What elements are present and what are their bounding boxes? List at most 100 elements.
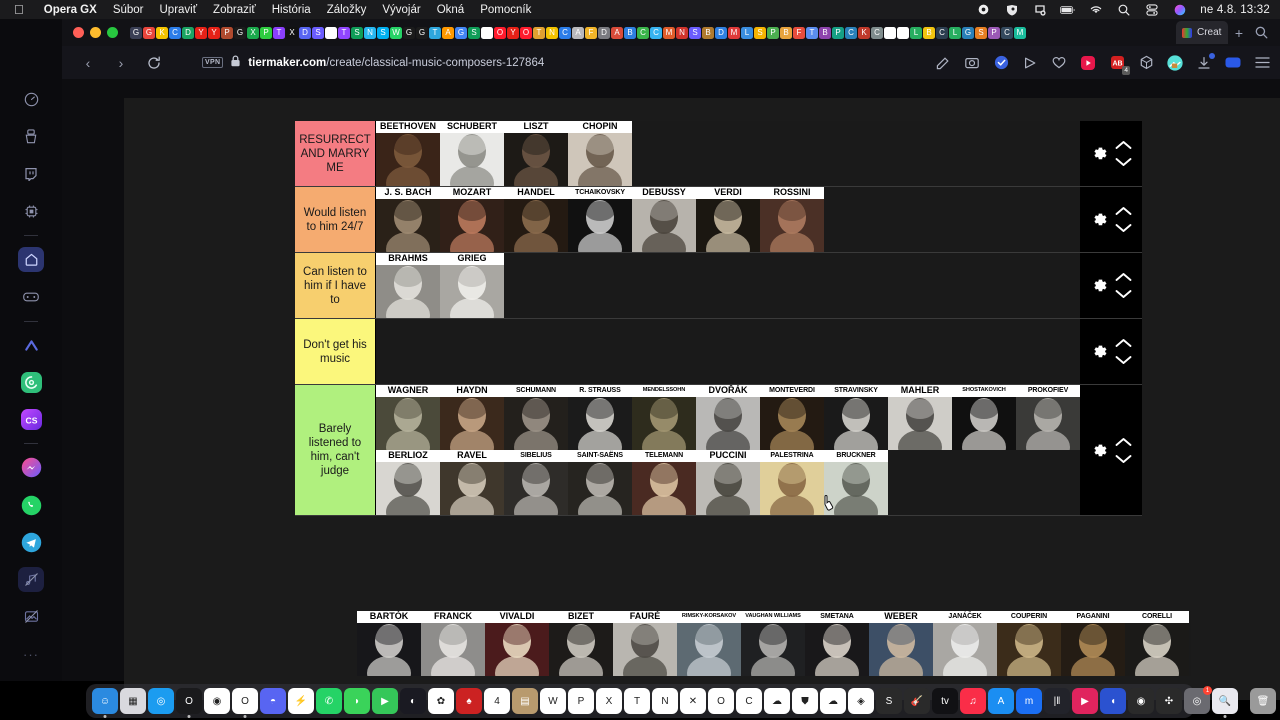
stack-icon[interactable]: S [689,26,701,39]
tier-card[interactable]: SCHUMANN [504,385,568,450]
youtube-red-icon[interactable]: Y [195,26,207,39]
flag-icon[interactable]: F [793,26,805,39]
tier-label[interactable]: RESURRECT AND MARRY ME [295,121,376,186]
sidebar-item-messenger[interactable] [18,455,44,480]
forward-button[interactable]: › [113,55,129,71]
notes-icon[interactable]: N [546,26,558,39]
snapshot-icon[interactable] [964,55,980,71]
star-icon[interactable]: S [754,26,766,39]
easy-setup-icon[interactable] [1254,55,1270,71]
wikipedia2-icon[interactable]: W [481,26,493,39]
teams-icon[interactable]: T [624,688,650,714]
sidebar-item-arc[interactable] [18,333,44,358]
extensions-icon[interactable] [1138,55,1154,71]
tier-drop-zone[interactable]: BEETHOVEN SCHUBERT LISZT CHOPIN [376,121,1080,186]
tier-card[interactable]: LISZT [504,121,568,186]
messenger-icon[interactable]: ⚡ [288,688,314,714]
tier-card[interactable]: GRIEG [440,253,504,318]
maps-icon[interactable]: M [663,26,675,39]
card-icon[interactable]: C [845,26,857,39]
shortcut-disabled-icon[interactable] [1032,3,1047,16]
facetime-icon[interactable]: ▶ [372,688,398,714]
tools-icon[interactable]: T [533,26,545,39]
tab-search-icon[interactable] [1250,22,1272,44]
tier-card[interactable]: MENDELSSOHN [632,385,696,450]
opera-vpn-icon[interactable]: ◈ [848,688,874,714]
url-field[interactable]: VPN tiermaker.com/create/classical-music… [202,55,923,70]
chevron-down-icon[interactable] [1115,454,1132,464]
amazon-icon[interactable]: A [442,26,454,39]
link-icon[interactable]: L [741,26,753,39]
tier-card[interactable]: SHOSTAKOVICH [952,385,1016,450]
keep-icon[interactable]: K [156,26,168,39]
a-icon[interactable]: A [611,26,623,39]
tier-card[interactable]: ROSSINI [760,187,824,252]
tier-drop-zone[interactable]: BRAHMS GRIEG [376,253,1080,318]
player-icon[interactable] [1080,55,1096,71]
wallet-icon[interactable] [1225,55,1241,71]
mic-icon[interactable]: M [1014,26,1026,39]
tier-card[interactable]: CHOPIN [568,121,632,186]
menu-item-historia[interactable]: História [264,4,319,16]
apple-tv-icon[interactable]: tv [932,688,958,714]
tier-card[interactable]: SAINT-SAËNS [568,450,632,515]
twitch-icon[interactable]: T [273,26,285,39]
discord-icon[interactable]: D [299,26,311,39]
icloud-icon[interactable]: ☁ [764,688,790,714]
system-settings-icon[interactable]: ◎ 1 [1184,686,1212,714]
opera-vpn-icon[interactable] [1004,3,1019,16]
menu-item-upravit[interactable]: Upraviť [152,4,206,16]
tier-card[interactable]: BARTÓK [357,611,421,676]
battery-icon[interactable] [1060,3,1075,16]
cam-icon[interactable]: C [1001,26,1013,39]
sidebar-item-image-off[interactable] [18,604,44,629]
tier-card[interactable]: PUCCINI [696,450,760,515]
tier-card[interactable]: SIBELIUS [504,450,568,515]
tier-card[interactable]: FAURÉ [613,611,677,676]
tier-card[interactable]: J. S. BACH [376,187,440,252]
unranked-pool[interactable]: BARTÓK FRANCK VIVALDI BIZET FAURÉ RIMSKY-KORS… [357,611,1191,676]
browser-tab[interactable]: Creat [1176,21,1228,44]
key-icon[interactable]: K [858,26,870,39]
record-icon[interactable] [976,3,991,16]
sublime-icon[interactable]: S [876,688,902,714]
calendar-icon[interactable]: C [169,26,181,39]
sidebar-item-home[interactable] [18,247,44,273]
gear-icon[interactable] [1090,276,1109,295]
tier-card[interactable]: WEBER [869,611,933,676]
davinci-resolve-icon[interactable]: ✣ [1156,688,1182,714]
lab-icon[interactable]: L [910,26,922,39]
tier-card[interactable]: BIZET [549,611,613,676]
garageband-icon[interactable]: 🎸 [904,688,930,714]
sidebar-item-gx-games[interactable] [18,284,44,309]
sidebar-item-music-off[interactable] [18,567,44,593]
sidebar-item-aria[interactable] [18,370,44,395]
tier-card[interactable]: STRAVINSKY [824,385,888,450]
menu-item-vyvojar[interactable]: Vývojár [374,4,428,16]
chevron-up-icon[interactable] [1115,272,1132,282]
search-icon[interactable] [1116,3,1131,16]
word-icon[interactable]: W [540,688,566,714]
tier-card[interactable]: RAVEL [440,450,504,515]
sidebar-item-speed-dial[interactable] [18,87,44,112]
opera2-icon[interactable]: O [520,26,532,39]
chevron-up-icon[interactable] [1115,140,1132,150]
onenote-icon[interactable]: N [652,688,678,714]
chrome-icon[interactable]: ◉ [204,688,230,714]
logic-pro-icon[interactable]: |‖ [1044,688,1070,714]
x-icon[interactable]: X [286,26,298,39]
siri-icon[interactable] [1172,3,1187,16]
sidebar-item-telegram[interactable] [18,530,44,555]
music-icon[interactable]: ♫ [960,688,986,714]
finder-icon[interactable]: ☺ [92,688,118,718]
chat-icon[interactable]: C [559,26,571,39]
back-button[interactable]: ‹ [80,55,96,71]
sidebar-item-cs[interactable]: CS [18,407,44,432]
tier-card[interactable]: HAYDN [440,385,504,450]
drive-icon[interactable]: D [182,26,194,39]
menu-clock[interactable]: ne 4.8. 13:32 [1200,4,1270,16]
mail-icon[interactable]: M [728,26,740,39]
adblock-icon[interactable]: AB 4 [1109,55,1130,75]
tier-card[interactable]: PROKOFIEV [1016,385,1080,450]
tier-card[interactable]: COUPERIN [997,611,1061,676]
